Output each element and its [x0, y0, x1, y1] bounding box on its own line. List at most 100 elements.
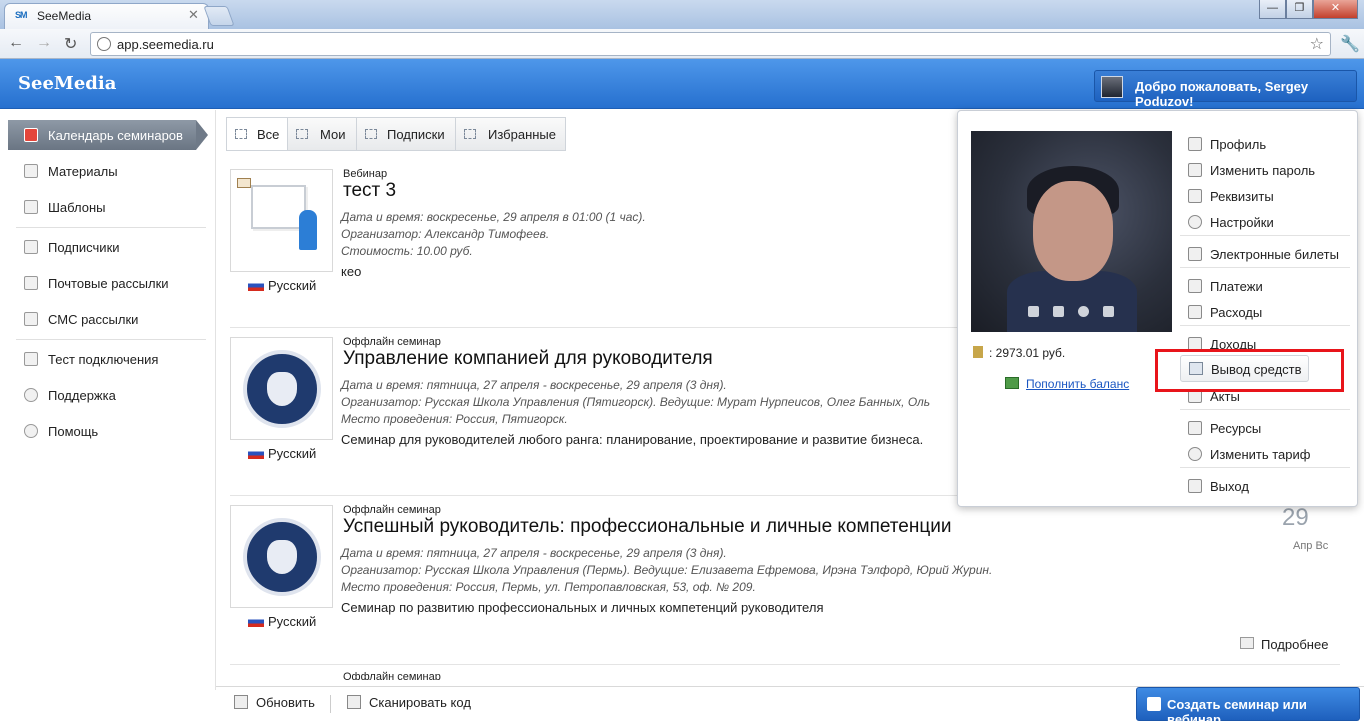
topup-link[interactable]: Пополнить баланс [1026, 377, 1129, 391]
refresh-icon [234, 695, 248, 709]
event-organizer: Организатор: Александр Тимофеев. [341, 227, 550, 241]
event-title[interactable]: Успешный руководитель: профессиональные … [343, 516, 951, 538]
event-kind: Вебинар [343, 168, 388, 180]
reload-icon[interactable]: ↻ [64, 34, 77, 54]
highlight-box [1155, 349, 1344, 392]
event-date: Дата и время: пятница, 27 апреля - воскр… [341, 378, 727, 392]
menu-item-tariff[interactable]: Изменить тариф [1180, 443, 1350, 465]
balance-value: : 2973.01 руб. [989, 346, 1066, 360]
photo-edit-icon[interactable] [1053, 306, 1064, 317]
exit-icon [1188, 479, 1202, 493]
tab-mine[interactable]: Мои [287, 117, 357, 151]
menu-item-requisites[interactable]: Реквизиты [1180, 185, 1350, 207]
create-seminar-button[interactable]: Создать семинар или вебинар [1136, 687, 1360, 727]
menu-item-exit[interactable]: Выход [1180, 475, 1350, 497]
event-date: Дата и время: воскресенье, 29 апреля в 0… [341, 210, 646, 224]
menu-item-settings[interactable]: Настройки [1180, 211, 1350, 233]
event-separator [230, 664, 1340, 665]
menu-label: Изменить пароль [1210, 163, 1316, 178]
event-place: Место проведения: Россия, Пермь, ул. Пет… [341, 580, 756, 594]
tab-label: Все [257, 127, 280, 142]
event-month: Апр Вс [1293, 540, 1329, 552]
photo-camera-icon[interactable] [1078, 306, 1089, 317]
app-logo[interactable]: SeeMedia [18, 73, 116, 94]
sidebar-item-mail[interactable]: Почтовые рассылки [20, 273, 210, 295]
school-logo-icon [243, 350, 321, 428]
tab-subscriptions[interactable]: Подписки [356, 117, 456, 151]
menu-label: Электронные билеты [1210, 247, 1339, 262]
tab-label: Избранные [488, 127, 556, 142]
menu-item-payments[interactable]: Платежи [1180, 275, 1350, 297]
language-label: Русский [248, 614, 316, 629]
menu-divider [1180, 267, 1350, 268]
russian-flag-icon [248, 616, 264, 627]
menu-divider [1180, 235, 1350, 236]
address-bar[interactable]: app.seemedia.ru ☆ [90, 32, 1331, 56]
sidebar-item-materials[interactable]: Материалы [20, 161, 210, 183]
menu-item-tickets[interactable]: Электронные билеты [1180, 243, 1350, 265]
mail-icon [24, 276, 38, 290]
russian-flag-icon [248, 280, 264, 291]
sidebar-item-calendar[interactable]: Календарь семинаров [8, 120, 208, 150]
close-tab-icon[interactable]: ✕ [188, 7, 199, 23]
expenses-icon [1188, 305, 1202, 319]
event-title[interactable]: тест 3 [343, 180, 396, 202]
tab-favorites[interactable]: Избранные [455, 117, 566, 151]
settings-icon [1188, 215, 1202, 229]
browser-tab[interactable]: SM SeeMedia ✕ [4, 3, 209, 29]
event-description: Семинар по развитию профессиональных и л… [341, 600, 824, 615]
sidebar-item-support[interactable]: Поддержка [20, 385, 210, 407]
maximize-button[interactable]: ❐ [1286, 0, 1313, 19]
sidebar-item-sms[interactable]: СМС рассылки [20, 309, 210, 331]
back-icon[interactable]: ← [8, 34, 24, 52]
sidebar-divider [16, 339, 206, 340]
subscribers-icon [24, 240, 38, 254]
password-icon [1188, 163, 1202, 177]
topup-icon [1005, 377, 1019, 389]
wallet-icon [973, 346, 983, 358]
close-window-button[interactable]: ✕ [1313, 0, 1358, 19]
help-icon [24, 424, 38, 438]
menu-item-change-password[interactable]: Изменить пароль [1180, 159, 1350, 181]
language-label: Русский [248, 278, 316, 293]
presenter-icon [299, 210, 317, 250]
sidebar-item-connection-test[interactable]: Тест подключения [20, 349, 210, 371]
tariff-icon [1188, 447, 1202, 461]
browser-tab-bar: SM SeeMedia ✕ — ❐ ✕ [0, 0, 1364, 29]
sidebar-item-label: СМС рассылки [48, 312, 139, 327]
sidebar-item-subscribers[interactable]: Подписчики [20, 237, 210, 259]
minimize-button[interactable]: — [1259, 0, 1286, 19]
event-card[interactable]: Русский Оффлайн семинар Успешный руковод… [230, 504, 1340, 659]
sidebar-item-label: Тест подключения [48, 352, 159, 367]
menu-item-expenses[interactable]: Расходы [1180, 301, 1350, 323]
calendar-icon [24, 128, 38, 142]
templates-icon [24, 200, 38, 214]
user-menu-button[interactable]: Добро пожаловать, Sergey Poduzov! [1094, 70, 1357, 109]
sidebar-item-templates[interactable]: Шаблоны [20, 197, 210, 219]
photo-delete-icon[interactable] [1103, 306, 1114, 317]
language-text: Русский [268, 614, 317, 629]
sidebar-item-label: Календарь семинаров [48, 128, 183, 143]
sidebar-item-label: Поддержка [48, 388, 116, 403]
menu-item-profile[interactable]: Профиль [1180, 133, 1350, 155]
event-title[interactable]: Управление компанией для руководителя [343, 348, 713, 370]
sidebar-divider [16, 227, 206, 228]
presentation-board-icon [251, 185, 306, 229]
details-link[interactable]: Подробнее [1261, 637, 1328, 652]
forward-icon[interactable]: → [36, 34, 52, 52]
menu-label: Платежи [1210, 279, 1263, 294]
sidebar-item-label: Почтовые рассылки [48, 276, 169, 291]
tab-all[interactable]: Все [226, 117, 288, 151]
wrench-icon[interactable]: 🔧 [1340, 34, 1360, 54]
tab-label: Мои [320, 127, 346, 142]
bookmark-star-icon[interactable]: ☆ [1310, 34, 1324, 54]
favorites-icon [464, 129, 476, 139]
mine-icon [296, 129, 308, 139]
photo-upload-icon[interactable] [1028, 306, 1039, 317]
footer-divider [330, 695, 331, 713]
menu-item-resources[interactable]: Ресурсы [1180, 417, 1350, 439]
event-organizer: Организатор: Русская Школа Управления (П… [341, 395, 931, 409]
menu-label: Ресурсы [1210, 421, 1262, 436]
event-description: Семинар для руководителей любого ранга: … [341, 432, 924, 447]
sidebar-item-help[interactable]: Помощь [20, 421, 210, 443]
